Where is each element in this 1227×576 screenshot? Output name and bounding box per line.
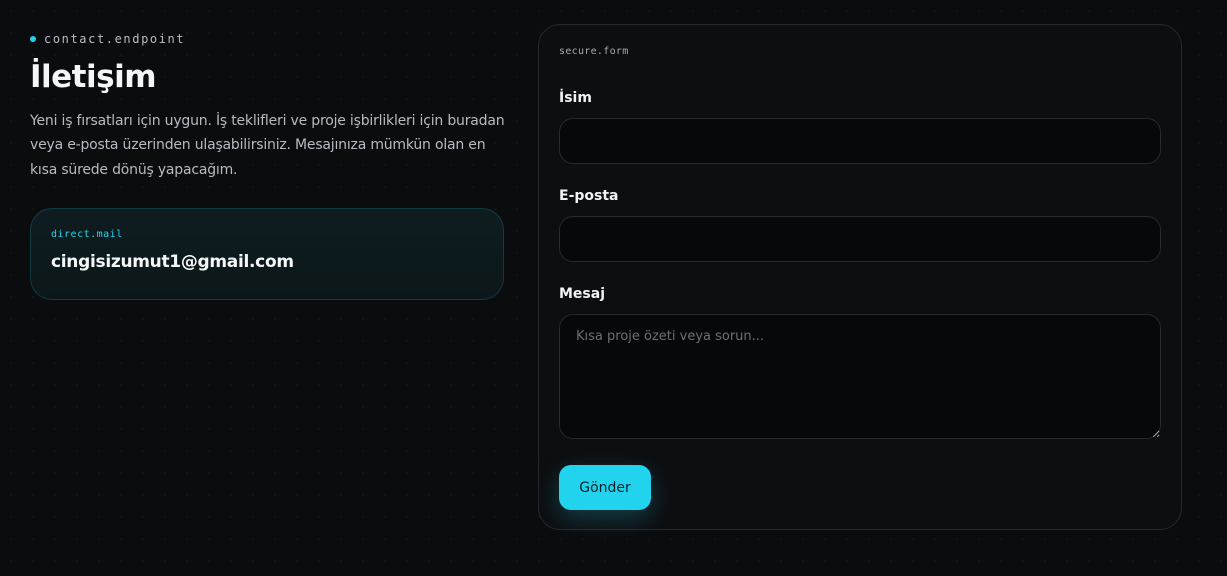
page-description: Yeni iş fırsatları için uygun. İş teklif… (30, 112, 505, 178)
name-label: İsim (559, 90, 592, 106)
section-eyebrow: contact.endpoint (30, 30, 506, 48)
email-address[interactable]: cingisizumut1@gmail.com (51, 252, 483, 272)
email-input[interactable] (559, 216, 1161, 262)
contact-form-card: secure.form İsim E-posta Mesaj Gönder (538, 24, 1182, 530)
mail-card-tag: direct.mail (51, 229, 123, 241)
status-dot-icon (30, 36, 36, 42)
message-label: Mesaj (559, 286, 606, 302)
direct-mail-card: direct.mail cingisizumut1@gmail.com (30, 208, 504, 301)
form-tag: secure.form (559, 46, 629, 57)
contact-info-section: contact.endpoint İletişim Yeni iş fırsat… (30, 30, 506, 301)
name-input[interactable] (559, 118, 1161, 164)
email-label: E-posta (559, 188, 619, 204)
page-title: İletişim (30, 59, 157, 95)
send-button[interactable]: Gönder (559, 465, 651, 510)
message-textarea[interactable] (559, 314, 1161, 439)
eyebrow-text: contact.endpoint (44, 32, 186, 46)
